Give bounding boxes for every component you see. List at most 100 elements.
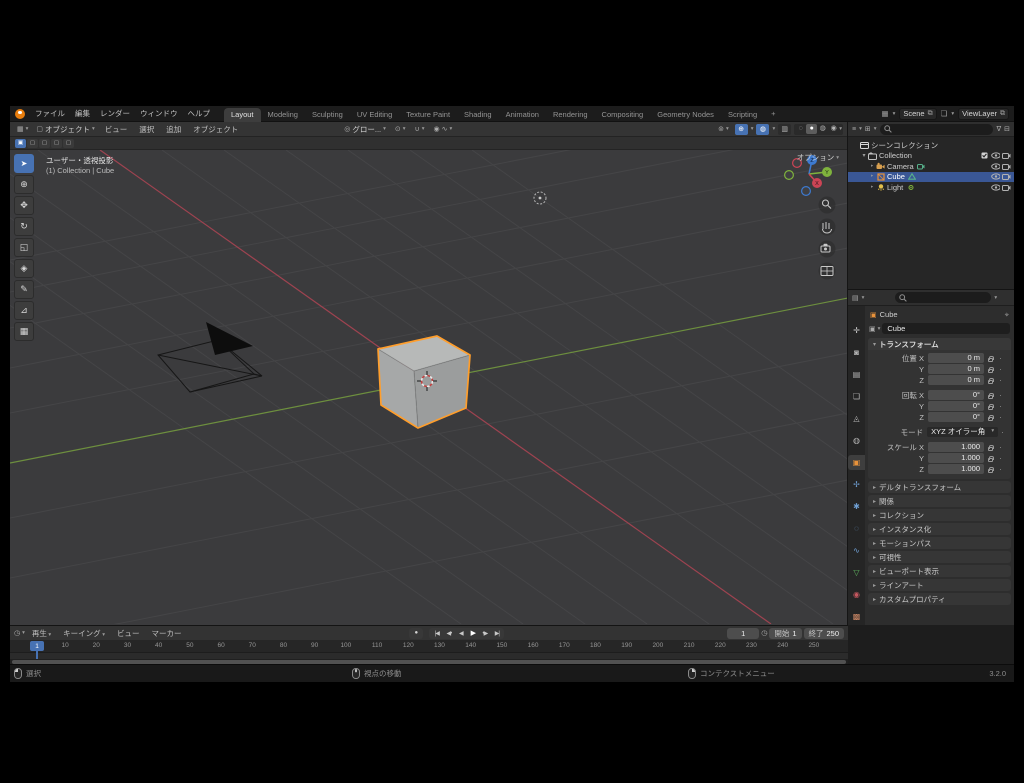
panel-ビューポート表示[interactable]: ▸ビューポート表示 [868, 565, 1011, 577]
timeline-menu-ビュー[interactable]: ビュー [112, 627, 145, 640]
properties-search-input[interactable] [895, 292, 991, 303]
properties-tab-texture[interactable]: ▩ [848, 609, 865, 624]
animate-decorator[interactable]: · [996, 391, 1005, 400]
lock-icon[interactable] [984, 392, 996, 399]
panel-ラインアート[interactable]: ▸ラインアート [868, 579, 1011, 591]
panel-モーションパス[interactable]: ▸モーションパス [868, 537, 1011, 549]
select-new-button[interactable]: ▣ [15, 139, 26, 148]
workspace-tab-sculpting[interactable]: Sculpting [305, 108, 350, 122]
lock-icon[interactable] [984, 403, 996, 410]
properties-editor-icon[interactable]: ▤ [852, 294, 859, 302]
workspace-tab-layout[interactable]: Layout [224, 108, 261, 122]
camera-view-icon-lens[interactable] [824, 248, 827, 251]
view-layer-selector[interactable]: ViewLayer ⧉ [958, 108, 1009, 120]
auto-keying-button[interactable]: ● [409, 628, 423, 639]
workspace-tab-scripting[interactable]: Scripting [721, 108, 764, 122]
xray-toggle[interactable]: ▥ [778, 124, 791, 135]
outliner-row-camera[interactable]: ‣Camera [848, 161, 1014, 172]
outliner-row-collection[interactable]: ▾Collection [848, 151, 1014, 162]
rotation-mode-dropdown[interactable]: XYZ オイラー角▾ [927, 427, 998, 437]
new-view-layer-icon[interactable]: ⧉ [1000, 110, 1005, 118]
properties-tab-object[interactable]: ▣ [848, 455, 865, 470]
display-mode-icon[interactable]: ⊞ [865, 125, 871, 133]
workspace-tab-uv-editing[interactable]: UV Editing [350, 108, 399, 122]
timeline-menu-再生[interactable]: 再生 ▾ [27, 627, 56, 640]
playhead-line[interactable] [36, 650, 38, 659]
scale-field[interactable]: 1.000 [928, 453, 984, 463]
animate-decorator[interactable]: · [996, 402, 1005, 411]
app-menu-ヘルプ[interactable]: ヘルプ [183, 107, 216, 120]
camera-render-toggle-icon[interactable] [1002, 163, 1011, 170]
animate-decorator[interactable]: · [996, 413, 1005, 422]
timeline-ruler[interactable]: 1020304050607080901001101201301401501601… [10, 640, 848, 653]
properties-options-chevron-icon[interactable]: ▾ [994, 295, 997, 301]
viewport-menu-オブジェクト[interactable]: オブジェクト [188, 123, 243, 136]
add-cube-tool[interactable]: ▦ [14, 322, 34, 341]
disclosure-icon[interactable]: ‣ [868, 163, 876, 170]
outliner-search-input[interactable] [880, 124, 994, 135]
animate-decorator[interactable]: · [996, 443, 1005, 452]
gizmos-toggle[interactable]: ⊕ [735, 124, 748, 135]
location-field[interactable]: 0 m [928, 364, 984, 374]
scale-field[interactable]: 1.000 [928, 464, 984, 474]
rendered-shading-button[interactable]: ◉ [828, 124, 839, 134]
jump-to-end-button[interactable]: ▶| [491, 630, 502, 637]
app-menu-レンダー[interactable]: レンダー [95, 107, 135, 120]
disclosure-icon[interactable]: ‣ [868, 184, 876, 191]
animate-decorator[interactable]: · [996, 454, 1005, 463]
scene-selector[interactable]: Scene ⧉ [899, 108, 936, 120]
animate-decorator[interactable]: · [996, 376, 1005, 385]
frame-start-field[interactable]: 開始1 [769, 628, 801, 639]
viewport-menu-選択[interactable]: 選択 [134, 123, 159, 136]
solid-shading-button[interactable]: ● [806, 124, 817, 134]
snap-toggle[interactable]: ∪▾ [412, 124, 428, 134]
app-menu-ウィンドウ[interactable]: ウィンドウ [135, 107, 183, 120]
overlays-toggle[interactable]: ◍ [756, 124, 769, 135]
workspace-tab-texture-paint[interactable]: Texture Paint [399, 108, 457, 122]
viewport-canvas[interactable]: ZYX ユーザー・透視投影 (1) Collection | Cube オプショ… [10, 150, 847, 625]
properties-tab-particles[interactable]: ✱ [848, 499, 865, 514]
light-gizmo-center[interactable] [539, 197, 542, 200]
pivot-dropdown[interactable]: ⊙▾ [392, 124, 409, 134]
object-visibility-dropdown[interactable]: ⊚▾ [715, 124, 732, 134]
jump-to-start-button[interactable]: |◀ [431, 630, 442, 637]
measure-tool[interactable]: ⊿ [14, 301, 34, 320]
lock-icon[interactable] [984, 377, 996, 384]
timeline-editor-icon[interactable]: ◷ [14, 629, 20, 637]
rotate-tool[interactable]: ↻ [14, 217, 34, 236]
lock-icon[interactable] [984, 366, 996, 373]
outliner-editor-icon[interactable]: ≡ [852, 126, 856, 133]
play-button[interactable]: ▶ [467, 629, 478, 637]
properties-tab-constraints[interactable]: ∿ [848, 543, 865, 558]
app-menu-編集[interactable]: 編集 [70, 107, 95, 120]
scale-tool[interactable]: ◱ [14, 238, 34, 257]
location-field[interactable]: 0 m [928, 353, 984, 363]
nav-gizmo-axis-label[interactable]: X [815, 181, 819, 187]
properties-tab-material[interactable]: ◉ [848, 587, 865, 602]
timeline-menu-キーイング[interactable]: キーイング ▾ [58, 627, 110, 640]
nav-gizmo-negy-ball[interactable] [785, 171, 794, 180]
new-scene-icon[interactable]: ⧉ [928, 110, 933, 118]
properties-tab-scene[interactable]: ◬ [848, 411, 865, 426]
workspace-tab-modeling[interactable]: Modeling [261, 108, 305, 122]
select-invert-button[interactable]: ▢ [51, 139, 62, 148]
editor-type-button[interactable]: ▦▾ [14, 124, 31, 134]
animate-decorator[interactable]: · [996, 365, 1005, 374]
transform-panel-header[interactable]: ▾トランスフォーム [868, 338, 1011, 350]
nav-gizmo-axis-label[interactable]: Y [825, 170, 829, 176]
lock-icon[interactable] [984, 455, 996, 462]
workspace-tab-geometry-nodes[interactable]: Geometry Nodes [650, 108, 721, 122]
panel-カスタムプロパティ[interactable]: ▸カスタムプロパティ [868, 593, 1011, 605]
panel-インスタンス化[interactable]: ▸インスタンス化 [868, 523, 1011, 535]
select-subtract-button[interactable]: ▢ [39, 139, 50, 148]
properties-tab-tool[interactable]: ✛ [848, 323, 865, 338]
camera-frustum-edge[interactable] [190, 376, 262, 392]
previous-keyframe-button[interactable]: ◀• [443, 630, 454, 637]
outliner-row-cube[interactable]: ‣Cube [848, 172, 1014, 183]
rotation-field[interactable]: 0° [928, 390, 984, 400]
lock-icon[interactable] [984, 466, 996, 473]
object-name-field[interactable]: Cube [882, 323, 1010, 334]
camera-render-toggle-icon[interactable] [1002, 173, 1011, 180]
cursor-tool[interactable]: ⊕ [14, 175, 34, 194]
disclosure-icon[interactable]: ‣ [868, 173, 876, 180]
